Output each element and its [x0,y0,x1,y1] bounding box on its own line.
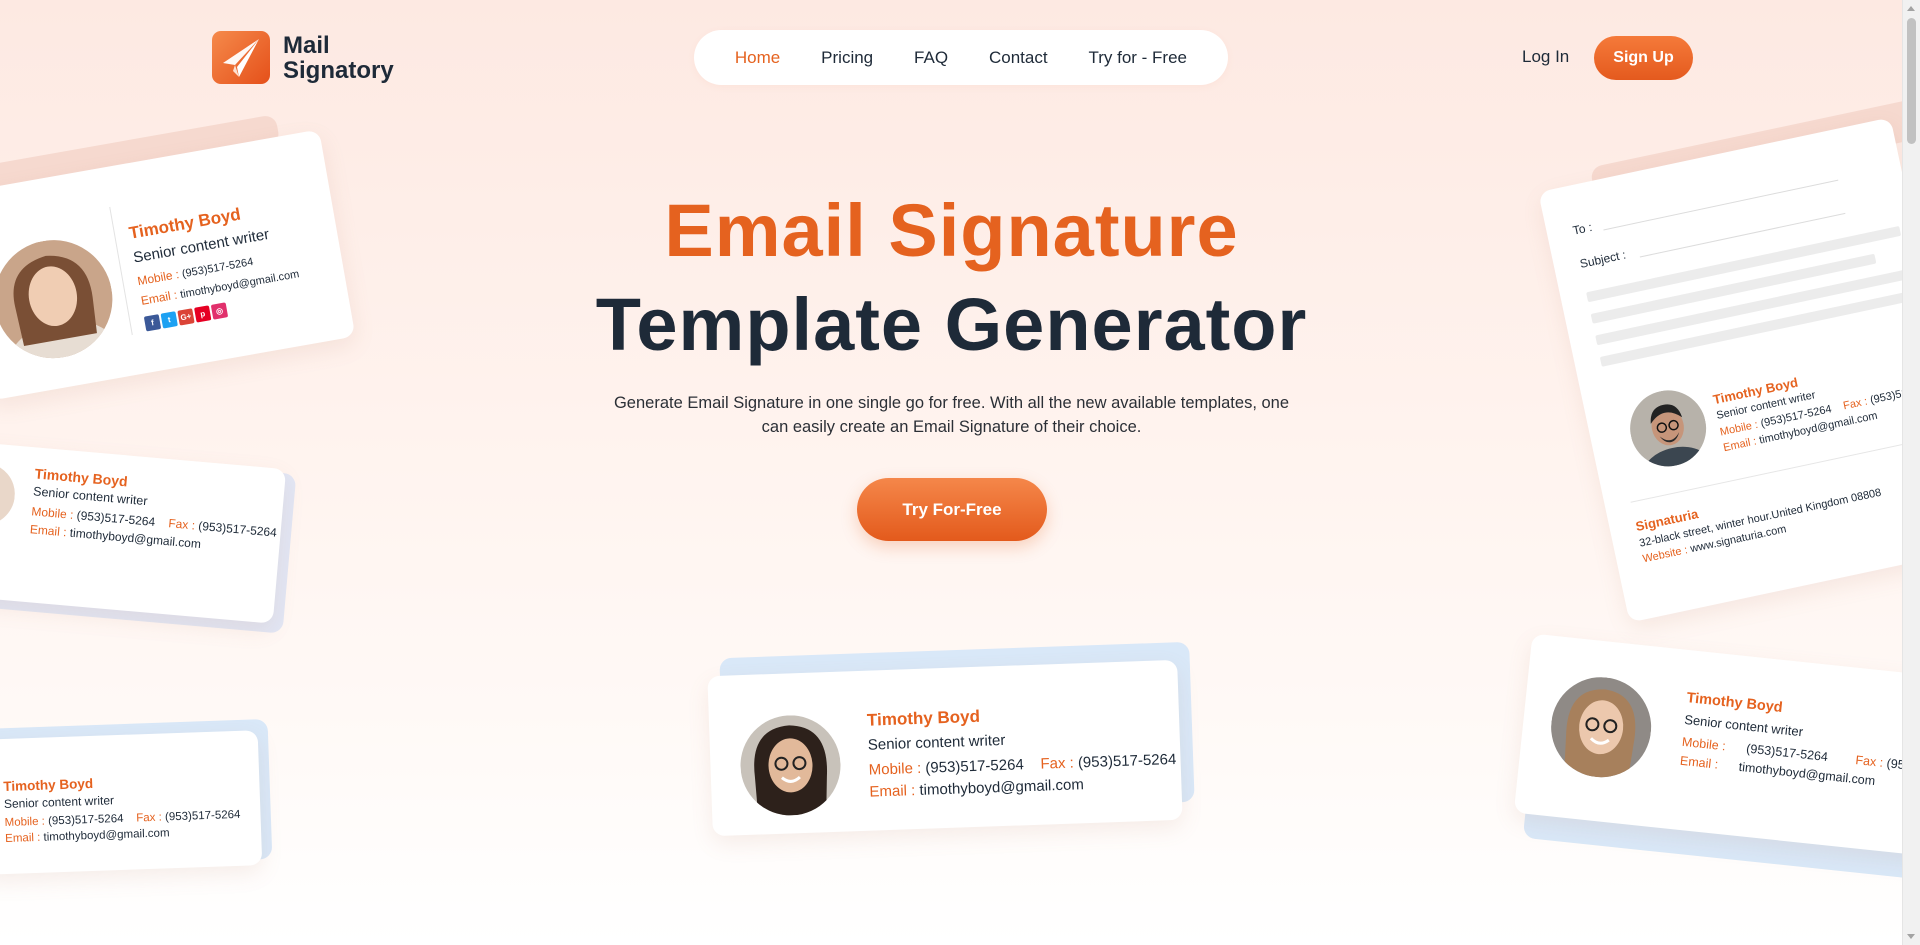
sig-mobile: (953)517-5264 [925,756,1025,777]
nav-faq[interactable]: FAQ [914,48,948,68]
instagram-icon[interactable]: ◎ [210,302,229,320]
email-preview-card: To : Subject : Timothy Boyd Senior conte… [1538,117,1903,623]
avatar [1623,383,1714,474]
nav-try-free[interactable]: Try for - Free [1088,48,1187,68]
signature-block: Timothy Boyd Senior content writer Mobil… [1712,346,1903,455]
sig-fax: (953)517-5264 [1077,750,1177,772]
scroll-up-arrow-icon[interactable] [1907,6,1915,11]
sig-fax-label: Fax : [167,516,196,533]
sig-fax-label: Fax : [136,811,163,825]
signature-block: Timothy Boyd Senior content writer Mobil… [127,196,304,332]
sig-mobile: (953)517-5264 [47,812,124,828]
sig-email-row: Email : timothyboyd@gmail.com [869,773,1177,801]
scrollbar-thumb[interactable] [1907,18,1916,144]
scroll-down-arrow-icon[interactable] [1907,934,1915,939]
sig-mobile: (953)517-5264 [76,508,156,529]
sig-email-label: Email : [1679,753,1719,772]
company-block: Signaturia 32-black street, winter hour.… [1634,468,1885,566]
signup-button[interactable]: Sign Up [1594,36,1693,80]
login-link[interactable]: Log In [1522,47,1569,67]
nav-contact[interactable]: Contact [989,48,1048,68]
paper-plane-icon [212,31,270,84]
sig-email-row: Email : timothyboyd@gmail.com [5,825,241,845]
sig-role: Senior content writer [867,731,1006,754]
nav-pricing[interactable]: Pricing [821,48,873,68]
sig-fax: (953)517-5264 [197,518,278,540]
try-free-button[interactable]: Try For-Free [857,478,1047,541]
pinterest-icon[interactable]: p [194,305,212,323]
sig-mobile: (953)517-5264 [1745,741,1829,765]
signature-card-4: Timothy Boyd Senior content writer Mobil… [707,659,1183,837]
vertical-scrollbar[interactable] [1902,0,1920,945]
main-nav: Home Pricing FAQ Contact Try for - Free [694,30,1228,85]
sig-mobile-label: Mobile : [30,504,75,522]
to-field[interactable] [1603,179,1839,231]
twitter-icon[interactable]: t [160,311,178,329]
sig-email: timothyboyd@gmail.com [919,776,1085,799]
signature-card-2: Timothy Boyd Senior content writer Mobil… [0,441,287,624]
sig-email-label: Email : [1722,435,1758,455]
avatar [1546,672,1657,783]
sig-fax: (953)517-5264 [164,808,241,824]
hero-description: Generate Email Signature in one single g… [613,394,1290,436]
logo-text: Mail Signatory [283,33,394,83]
signature-card-3: Timothy Boyd Senior content writer Mobil… [0,730,263,875]
sig-fax-label: Fax : [1040,754,1075,773]
sig-mobile-label: Mobile : [868,759,922,779]
signature-block: Timothy Boyd Senior content writer Mobil… [29,465,280,557]
sig-mobile-label: Mobile : [1681,734,1727,754]
sig-fax-label: Fax : [1854,753,1884,770]
sig-mobile-label: Mobile : [4,815,46,830]
avatar [0,230,122,368]
signature-block: Timothy Boyd Senior content writer Mobil… [867,700,1178,801]
sig-email-label: Email : [869,782,916,801]
sig-fax-label: Fax : [1842,395,1869,413]
sig-name: Timothy Boyd [866,706,981,730]
sig-email-label: Email : [4,831,41,846]
avatar [0,460,18,528]
avatar [738,713,843,818]
sig-email: timothyboyd@gmail.com [43,827,170,844]
to-label: To : [1571,219,1594,238]
logo-line1: Mail [283,31,330,59]
signature-block: Timothy Boyd Senior content writer Mobil… [3,771,241,845]
sig-email-label: Email : [29,522,68,540]
logo-line2: Signatory [283,56,394,84]
facebook-icon[interactable]: f [143,314,162,332]
sig-email-label: Email : [139,287,179,308]
google-plus-icon[interactable]: G+ [177,308,195,326]
logo[interactable]: Mail Signatory [212,31,394,84]
signature-block: Timothy Boyd Senior content writer Mobil… [1679,690,1903,798]
page: Mail Signatory Home Pricing FAQ Contact … [0,0,1903,945]
sig-mobile-label: Mobile : [136,267,181,289]
nav-home[interactable]: Home [735,48,780,68]
subject-label: Subject : [1578,247,1628,271]
